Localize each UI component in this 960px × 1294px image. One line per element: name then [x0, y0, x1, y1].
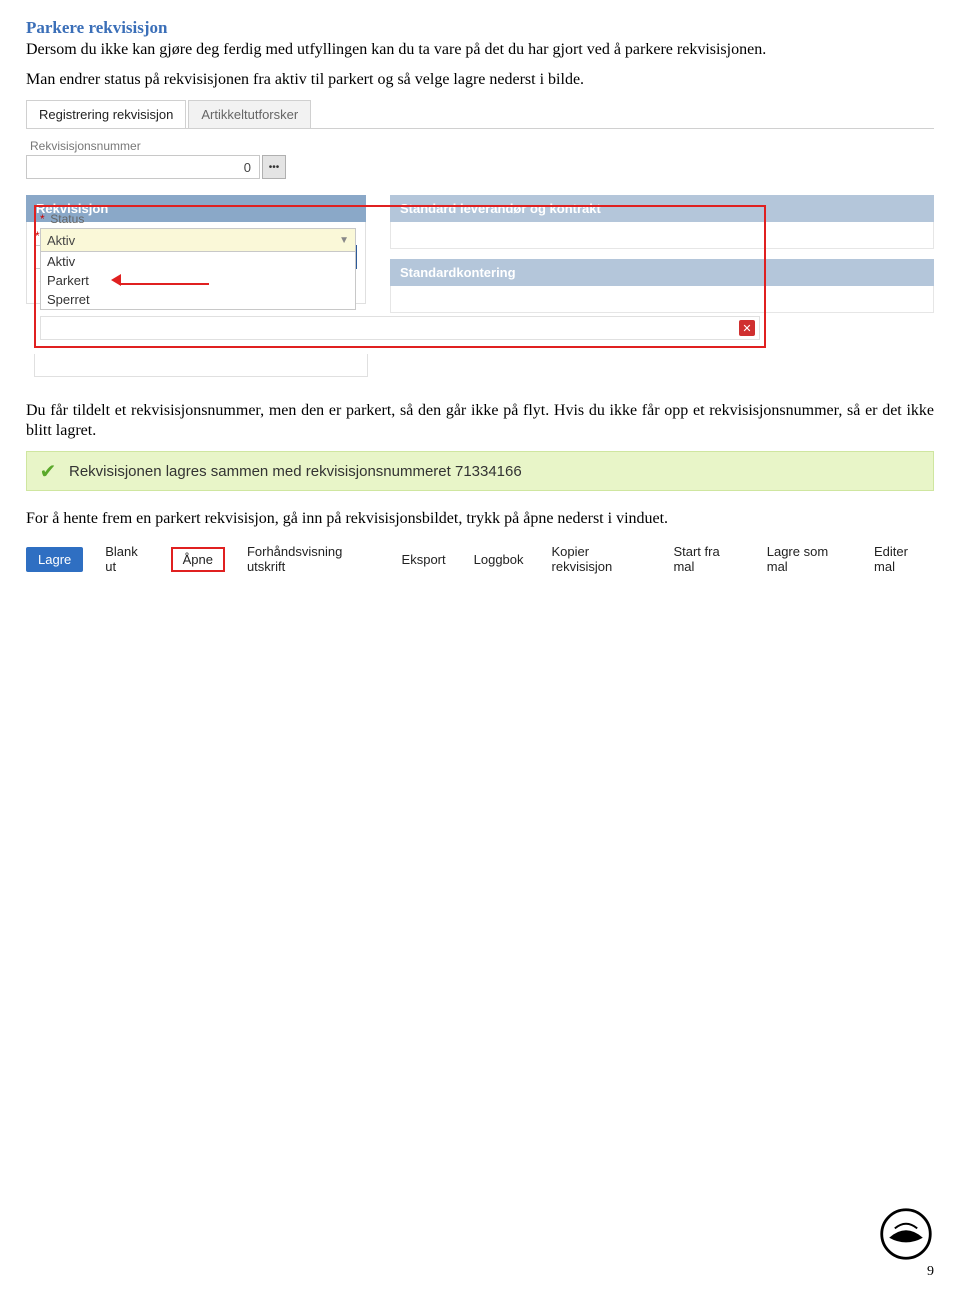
success-banner: ✔ Rekvisisjonen lagres sammen med rekvis…: [26, 451, 934, 491]
paragraph-1: Dersom du ikke kan gjøre deg ferdig med …: [26, 40, 934, 60]
lagre-button[interactable]: Lagre: [26, 547, 83, 572]
reknr-lookup-button[interactable]: •••: [262, 155, 286, 179]
status-label: Status: [50, 212, 84, 226]
reknr-input[interactable]: 0: [26, 155, 260, 179]
kopier-rekvisisjon-button[interactable]: Kopier rekvisisjon: [546, 539, 652, 579]
page-number: 9: [878, 1264, 934, 1280]
tab-artikkelutforsker[interactable]: Artikkeltutforsker: [188, 100, 311, 128]
paragraph-2: Man endrer status på rekvisisjonen fra a…: [26, 70, 934, 90]
blank-ut-button[interactable]: Blank ut: [99, 539, 154, 579]
paragraph-4: For å hente frem en parkert rekvisisjon,…: [26, 509, 934, 529]
status-select[interactable]: Aktiv ▼: [40, 228, 356, 252]
section-heading: Parkere rekvisisjon: [26, 18, 934, 38]
tab-registrering[interactable]: Registrering rekvisisjon: [26, 100, 186, 128]
chevron-down-icon: ▼: [339, 235, 349, 246]
empty-row: ✕: [40, 316, 760, 340]
extra-row: [34, 354, 368, 377]
status-options: Aktiv Parkert Sperret: [40, 252, 356, 310]
reknr-input-wrap: 0 •••: [26, 155, 286, 179]
success-banner-text: Rekvisisjonen lagres sammen med rekvisis…: [69, 463, 522, 480]
reknr-label: Rekvisisjonsnummer: [30, 139, 934, 153]
page-footer: 9: [878, 1206, 934, 1280]
annotation-arrow-icon: [119, 275, 209, 291]
status-option-parkert-label: Parkert: [47, 273, 89, 288]
tab-bar: Registrering rekvisisjon Artikkeltutfors…: [26, 100, 934, 129]
reknr-value: 0: [31, 160, 255, 175]
status-option-aktiv[interactable]: Aktiv: [41, 252, 355, 271]
status-option-sperret[interactable]: Sperret: [41, 290, 355, 309]
apne-button[interactable]: Åpne: [171, 547, 225, 572]
delete-row-button[interactable]: ✕: [739, 320, 755, 336]
ellipsis-icon: •••: [269, 162, 280, 173]
loggbok-button[interactable]: Loggbok: [468, 547, 530, 572]
forhandsvisning-button[interactable]: Forhåndsvisning utskrift: [241, 539, 380, 579]
screenshot-form: Registrering rekvisisjon Artikkeltutfors…: [26, 100, 934, 377]
start-fra-mal-button[interactable]: Start fra mal: [667, 539, 744, 579]
status-highlight-frame: * Status Aktiv ▼ Aktiv Parkert Sperret ✕: [34, 205, 766, 348]
action-toolbar: Lagre Blank ut Åpne Forhåndsvisning utsk…: [26, 539, 934, 579]
checkmark-icon: ✔: [37, 460, 59, 482]
required-asterisk: *: [40, 212, 45, 226]
lagre-som-mal-button[interactable]: Lagre som mal: [761, 539, 852, 579]
status-option-parkert[interactable]: Parkert: [41, 271, 355, 290]
close-icon: ✕: [742, 322, 751, 335]
editer-mal-button[interactable]: Editer mal: [868, 539, 934, 579]
paragraph-3: Du får tildelt et rekvisisjonsnummer, me…: [26, 401, 934, 441]
eksport-button[interactable]: Eksport: [396, 547, 452, 572]
university-logo-icon: [878, 1206, 934, 1262]
status-value: Aktiv: [47, 233, 75, 248]
